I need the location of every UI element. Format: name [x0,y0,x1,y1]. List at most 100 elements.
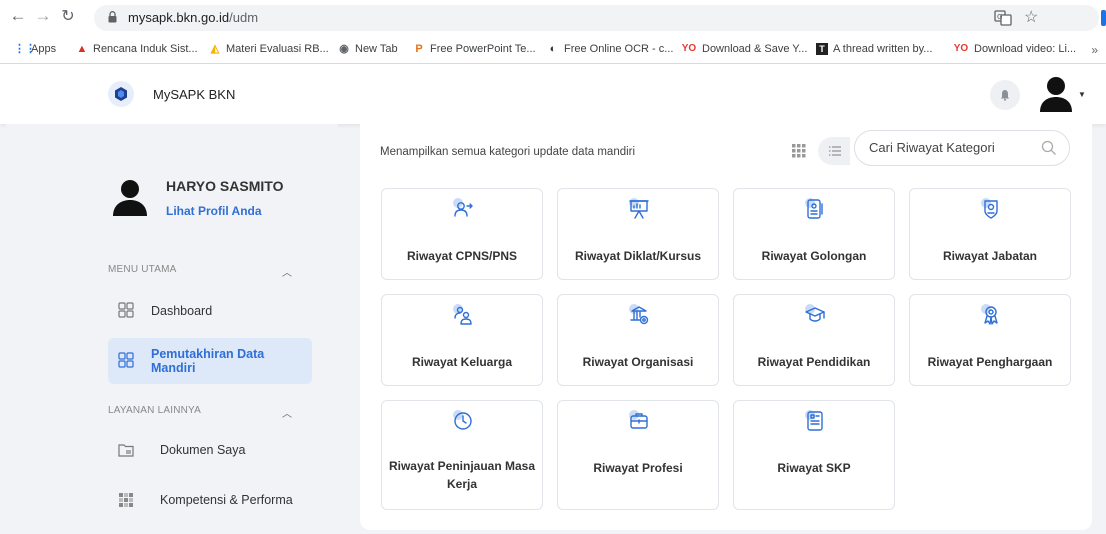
yo-icon: YO [681,43,697,54]
view-profile-link[interactable]: Lihat Profil Anda [166,204,262,218]
category-card[interactable]: Riwayat Keluarga [381,294,543,386]
category-card[interactable]: Riwayat SKP [733,400,895,510]
category-card-label: Riwayat Organisasi [582,355,694,369]
bookmark-label: Rencana Induk Sist... [93,43,198,55]
bookmark-label: A thread written by... [833,43,933,55]
lock-icon [108,11,117,23]
bookmarks-bar: » ⋮⋮ Apps ▲ Rencana Induk Sist... ◭ Materi Ev… [0,36,1106,64]
address-row: ← → ↻ mysapk.bkn.go.id/udm G ☆ [0,0,1106,36]
category-card[interactable]: Riwayat Profesi [557,400,719,510]
profile-name: HARYO SASMITO [166,178,284,194]
category-card-label: Riwayat Golongan [761,249,867,263]
logo-icon [115,87,127,101]
section-title-other-services: LAYANAN LAINNYA [108,405,202,416]
yo-icon: YO [953,43,969,54]
clock-icon [453,410,472,430]
person-swap-icon [453,198,473,217]
bookmarks-more-icon[interactable]: » [1091,43,1098,57]
bookmark-label: Download & Save Y... [702,43,808,55]
section-title-main-menu: MENU UTAMA [108,264,177,275]
category-card[interactable]: Riwayat Golongan [733,188,895,280]
bookmark-label: Apps [31,43,57,55]
app-title: MySAPK BKN [153,87,236,102]
notification-button[interactable] [990,80,1020,110]
bookmark-label: New Tab [355,43,398,55]
category-card[interactable]: Riwayat Organisasi [557,294,719,386]
presentation-icon [629,198,649,219]
search-box[interactable] [854,130,1070,166]
extension-icon[interactable] [1101,10,1106,26]
category-card-label: Riwayat Jabatan [942,249,1038,263]
bookmark-item[interactable]: ◭ Materi Evaluasi RB... [209,43,329,55]
reload-icon[interactable]: ↻ [58,6,78,26]
bookmark-item[interactable]: T A thread written by... [816,43,932,55]
category-card[interactable]: Riwayat Pendidikan [733,294,895,386]
category-card[interactable]: Riwayat Peninjauan Masa Kerja [381,400,543,510]
sidebar-item-kompetensi-performa[interactable]: Kompetensi & Performa [108,477,312,523]
dashboard-icon [118,302,134,318]
sidebar-item-dashboard[interactable]: Dashboard [108,288,312,334]
family-icon [453,304,472,325]
bookmark-item[interactable]: ▲ Rencana Induk Sist... [76,43,198,55]
category-card-label: Riwayat SKP [777,461,851,475]
category-card-label: Riwayat Diklat/Kursus [574,249,702,263]
profile-avatar-icon [113,180,147,216]
bookmark-label: Materi Evaluasi RB... [226,43,329,55]
category-card-label: Riwayat Keluarga [411,355,513,369]
organization-icon [629,304,649,325]
user-menu-caret-icon[interactable]: ▼ [1078,90,1086,99]
search-icon[interactable] [1041,140,1057,156]
bookmark-item[interactable]: ◐ Free Online OCR - c... [547,43,674,55]
red-triangle-icon: ▲ [76,43,88,55]
sidebar-item-label: Dokumen Saya [160,443,246,457]
collapse-other-services-icon[interactable]: ︿ [282,405,292,420]
category-card[interactable]: Riwayat Jabatan [909,188,1071,280]
sidebar-item-dokumen-saya[interactable]: Dokumen Saya [108,427,312,473]
translate-icon[interactable]: G [994,9,1012,27]
address-bar[interactable]: mysapk.bkn.go.id/udm G ☆ [94,5,1099,31]
category-card-label: Riwayat CPNS/PNS [406,249,518,263]
user-avatar-icon[interactable] [1034,72,1078,116]
sidebar-item-label: Kompetensi & Performa [160,493,293,507]
bookmark-item[interactable]: YO Download video: Li... [953,43,1076,55]
award-icon [981,304,998,325]
apps-grid-icon: ⋮⋮ [14,43,36,55]
bookmark-label: Free Online OCR - c... [564,43,674,55]
folder-icon [118,444,134,457]
briefcase-icon [629,410,648,429]
bookmark-item[interactable]: YO Download & Save Y... [681,43,808,55]
category-card[interactable]: Riwayat Penghargaan [909,294,1071,386]
bookmark-label: Free PowerPoint Te... [430,43,536,55]
sidebar-item-pemutakhiran-data-mandiri[interactable]: Pemutakhiran Data Mandiri [108,338,312,384]
bookmark-item[interactable]: P Free PowerPoint Te... [413,43,536,55]
app-header: MySAPK BKN ▼ [0,64,1106,124]
back-arrow-icon[interactable]: ← [8,6,28,26]
list-view-button[interactable] [818,137,850,165]
category-card[interactable]: Riwayat CPNS/PNS [381,188,543,280]
document-icon [805,410,823,431]
page-subtitle: Menampilkan semua kategori update data m… [380,146,636,158]
app-logo[interactable] [108,81,134,107]
forward-arrow-icon[interactable]: → [33,6,53,26]
drive-icon: ◭ [210,43,220,55]
search-input[interactable] [869,140,1039,155]
badge-icon [981,198,998,219]
t-icon: T [816,43,828,55]
svg-text:G: G [997,13,1002,21]
bookmark-star-icon[interactable]: ☆ [1024,7,1038,27]
list-view-icon [829,146,841,156]
url-domain: mysapk.bkn.go.id [128,10,230,25]
bookmark-label: Download video: Li... [974,43,1077,55]
graduation-cap-icon [805,304,825,322]
grid-view-icon[interactable] [792,144,806,158]
category-card[interactable]: Riwayat Diklat/Kursus [557,188,719,280]
category-card-label: Riwayat Pendidikan [757,355,871,369]
bookmark-item[interactable]: ◉ New Tab [338,43,398,55]
main-panel: Menampilkan semua kategori update data m… [360,124,1092,530]
browser-chrome: ← → ↻ mysapk.bkn.go.id/udm G ☆ » ⋮⋮ Apps ▲… [0,0,1106,64]
category-card-label: Riwayat Peninjauan Masa Kerja [388,459,536,491]
p-icon: P [415,43,423,55]
collapse-main-menu-icon[interactable]: ︿ [282,264,292,279]
bookmark-item[interactable]: ⋮⋮ Apps [14,43,56,55]
url-path: /udm [229,10,259,25]
